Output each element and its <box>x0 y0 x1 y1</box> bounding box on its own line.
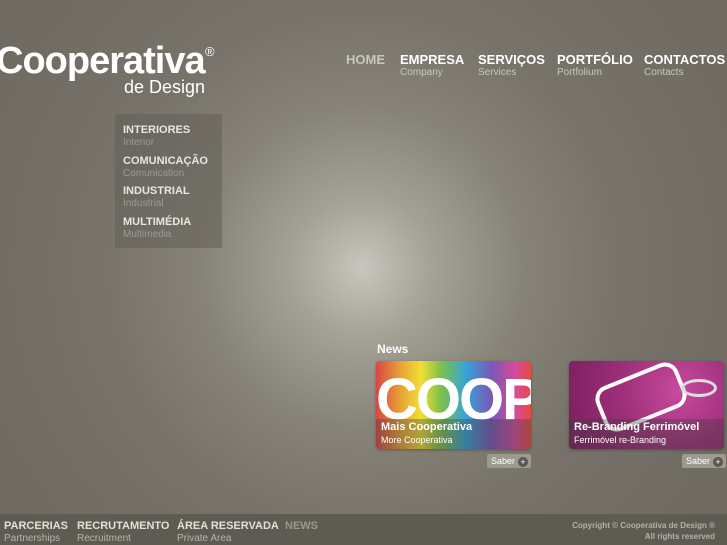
footer-news-label: NEWS <box>285 520 318 532</box>
news-card-rebranding-ferrimovel[interactable]: Re-Branding Ferrimóvel Ferrimóvel re-Bra… <box>569 361 724 449</box>
submenu-industrial[interactable]: INDUSTRIAL Industrial <box>123 185 190 209</box>
nav-contactos-label: CONTACTOS <box>644 52 726 67</box>
services-submenu: INTERIORES Interior COMUNICAÇÃO Comunica… <box>115 114 222 248</box>
news-card-title: Mais Cooperativa <box>381 421 473 433</box>
news-card-mais-cooperativa[interactable]: COOP Mais Cooperativa More Cooperativa <box>376 361 531 449</box>
submenu-multimedia[interactable]: MULTIMÉDIA Multimedia <box>123 216 191 240</box>
nav-servicos[interactable]: SERVIÇOS Services <box>478 52 545 79</box>
news-card-subtitle: Ferrimóvel re-Branding <box>574 435 667 445</box>
footer-area-reservada[interactable]: ÁREA RESERVADA Private Area <box>177 520 279 544</box>
submenu-comunicacao[interactable]: COMUNICAÇÃO Comunication <box>123 155 208 179</box>
nav-portfolio[interactable]: PORTFÓLIO Portfolium <box>557 52 633 79</box>
nav-portfolio-en: Portfolium <box>557 67 603 78</box>
nav-empresa-en: Company <box>400 67 443 78</box>
submenu-comunicacao-en: Comunication <box>123 168 185 179</box>
footer-recrutamento-label: RECRUTAMENTO <box>77 520 170 532</box>
footer-recrutamento[interactable]: RECRUTAMENTO Recruitment <box>77 520 169 544</box>
footer-parcerias[interactable]: PARCERIAS Partnerships <box>4 520 68 544</box>
saber-label: Saber <box>491 456 516 466</box>
nav-home-label: HOME <box>346 52 385 67</box>
submenu-multimedia-en: Multimedia <box>123 229 172 240</box>
saber-button-2[interactable]: Saber + <box>682 454 727 468</box>
news-heading: News <box>377 342 409 356</box>
submenu-multimedia-label: MULTIMÉDIA <box>123 216 192 228</box>
nav-home[interactable]: HOME <box>346 52 385 67</box>
logo-subtitle: de Design <box>124 77 206 97</box>
nav-contactos-en: Contacts <box>644 67 684 78</box>
nav-servicos-en: Services <box>478 67 517 78</box>
plus-icon: + <box>518 457 529 467</box>
footer-recrutamento-en: Recruitment <box>77 533 131 544</box>
footer: PARCERIAS Partnerships RECRUTAMENTO Recr… <box>0 514 727 545</box>
saber-button-1[interactable]: Saber + <box>487 454 532 468</box>
registered-mark: ® <box>205 44 215 59</box>
nav-empresa[interactable]: EMPRESA Company <box>400 52 464 79</box>
news-card-caption: Mais Cooperativa More Cooperativa <box>376 419 531 449</box>
nav-empresa-label: EMPRESA <box>400 52 465 67</box>
nav-portfolio-label: PORTFÓLIO <box>557 52 633 67</box>
footer-parcerias-en: Partnerships <box>4 533 61 544</box>
news-card-title: Re-Branding Ferrimóvel <box>574 421 700 433</box>
news-card-caption: Re-Branding Ferrimóvel Ferrimóvel re-Bra… <box>569 419 724 449</box>
news-card-subtitle: More Cooperativa <box>381 435 453 445</box>
copyright-text: Copyright © Cooperativa de Design ® <box>572 521 715 530</box>
saber-label: Saber <box>686 456 711 466</box>
copyright: Copyright © Cooperativa de Design ® All … <box>572 520 715 542</box>
footer-area-reservada-label: ÁREA RESERVADA <box>177 520 279 532</box>
plus-icon: + <box>713 457 724 467</box>
rights-text: All rights reserved <box>644 532 715 541</box>
footer-news[interactable]: NEWS <box>285 520 318 533</box>
nav-servicos-label: SERVIÇOS <box>478 52 545 67</box>
nav-contactos[interactable]: CONTACTOS Contacts <box>644 52 725 79</box>
submenu-industrial-en: Industrial <box>123 198 164 209</box>
submenu-interiores-en: Interior <box>123 137 155 148</box>
footer-area-reservada-en: Private Area <box>177 533 232 544</box>
submenu-comunicacao-label: COMUNICAÇÃO <box>123 155 208 167</box>
submenu-industrial-label: INDUSTRIAL <box>123 185 190 197</box>
key-ring-image <box>681 379 717 397</box>
submenu-interiores[interactable]: INTERIORES Interior <box>123 124 190 148</box>
submenu-interiores-label: INTERIORES <box>123 124 191 136</box>
footer-parcerias-label: PARCERIAS <box>4 520 68 532</box>
